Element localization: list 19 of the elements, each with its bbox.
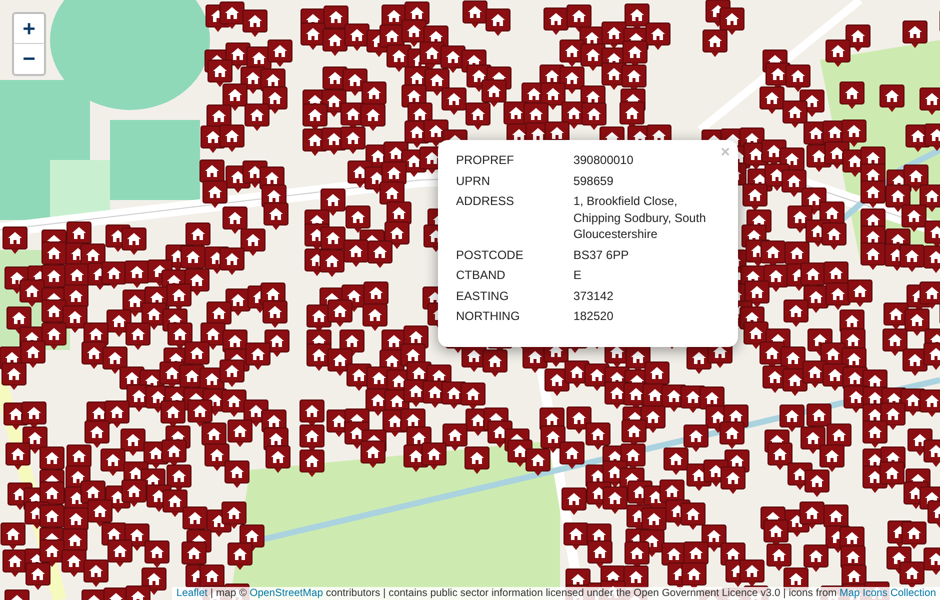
field-value: 373142 bbox=[573, 288, 614, 304]
attribution-text: Leaflet | map © OpenStreetMap contributors | contains public sector information licensed under the Open Government Licence v3.0 | icons from Map Icons Collection bbox=[172, 587, 940, 600]
field-label: CTBAND bbox=[456, 267, 506, 284]
zoom-in-button[interactable]: + bbox=[14, 14, 44, 44]
field-value: E bbox=[573, 267, 582, 284]
attribution-link[interactable]: Leaflet bbox=[176, 588, 208, 599]
field-label: NORTHING bbox=[456, 308, 521, 325]
field-value: 598659 bbox=[573, 172, 614, 190]
field-value: 390800010 bbox=[573, 152, 634, 169]
attribution-link[interactable]: OpenStreetMap bbox=[250, 588, 323, 599]
field-value: BS37 6PP bbox=[573, 246, 630, 264]
field-value: 182520 bbox=[573, 308, 614, 325]
field-label: ADDRESS bbox=[456, 193, 516, 210]
field-value: 1, Brookfield Close, Chipping Sodbury, South Gloucestershire bbox=[573, 193, 707, 243]
field-label: POSTCODE bbox=[456, 246, 524, 264]
field-label: UPRN bbox=[456, 172, 574, 193]
field-label: EASTING bbox=[456, 288, 574, 308]
field-label: PROPREF bbox=[456, 152, 574, 172]
attribution-link[interactable]: Map Icons Collection bbox=[840, 588, 936, 599]
